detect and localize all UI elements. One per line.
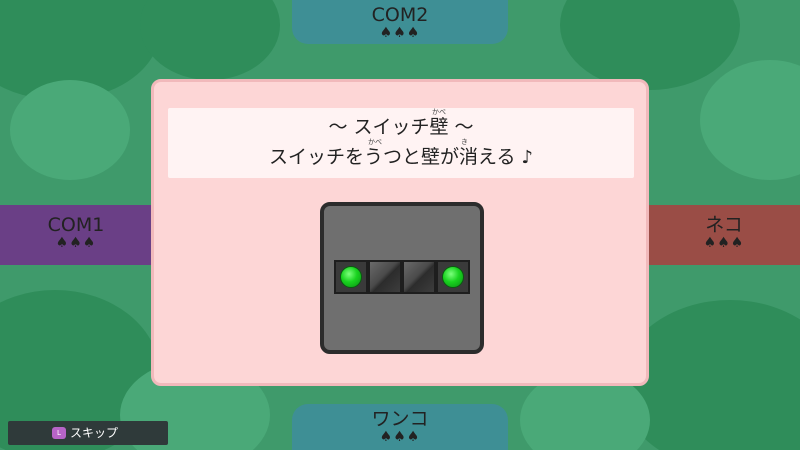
- lives-indicator: ♠♠♠: [379, 429, 421, 445]
- lives-indicator: ♠♠♠: [703, 235, 745, 251]
- player-name: ネコ: [705, 214, 743, 236]
- player-panel-right: ネコ ♠♠♠: [648, 205, 800, 265]
- cloud-decoration: [560, 0, 740, 90]
- player-panel-bottom: ワンコ ♠♠♠: [292, 404, 508, 450]
- rule-description: スイッチをうつと壁が消える ♪: [168, 144, 634, 171]
- rule-title: ～ スイッチ壁 ～: [328, 116, 474, 138]
- music-note-icon: ♪: [521, 147, 533, 168]
- lives-indicator: ♠♠♠: [379, 25, 421, 41]
- player-panel-left: COM1 ♠♠♠: [0, 205, 152, 265]
- switch-icon: [442, 266, 464, 288]
- cloud-decoration: [140, 0, 280, 80]
- player-name: COM1: [47, 214, 105, 236]
- player-name: ワンコ: [371, 408, 429, 430]
- rule-dialog: かべ ～ スイッチ壁 ～ かべ き スイッチをうつと壁が消える ♪: [151, 79, 649, 386]
- rule-header: かべ ～ スイッチ壁 ～ かべ き スイッチをうつと壁が消える ♪: [168, 108, 634, 178]
- wall-block-tile: [368, 260, 402, 294]
- player-panel-top: COM2 ♠♠♠: [292, 0, 508, 44]
- l-button-icon: L: [52, 427, 66, 439]
- switch-tile: [436, 260, 470, 294]
- wall-block-tile: [402, 260, 436, 294]
- rule-description-text: スイッチをうつと壁が消える: [269, 146, 516, 168]
- lives-indicator: ♠♠♠: [55, 235, 97, 251]
- skip-label: スキップ: [70, 426, 119, 440]
- game-screen: COM2 ♠♠♠ COM1 ♠♠♠ ネコ ♠♠♠ ワンコ ♠♠♠ かべ ～ スイ…: [0, 0, 800, 450]
- switch-tile: [334, 260, 368, 294]
- switch-icon: [340, 266, 362, 288]
- cloud-decoration: [10, 80, 130, 180]
- player-name: COM2: [371, 4, 429, 26]
- skip-button[interactable]: L スキップ: [8, 421, 168, 445]
- cloud-decoration: [700, 60, 800, 180]
- rule-preview: [320, 202, 484, 354]
